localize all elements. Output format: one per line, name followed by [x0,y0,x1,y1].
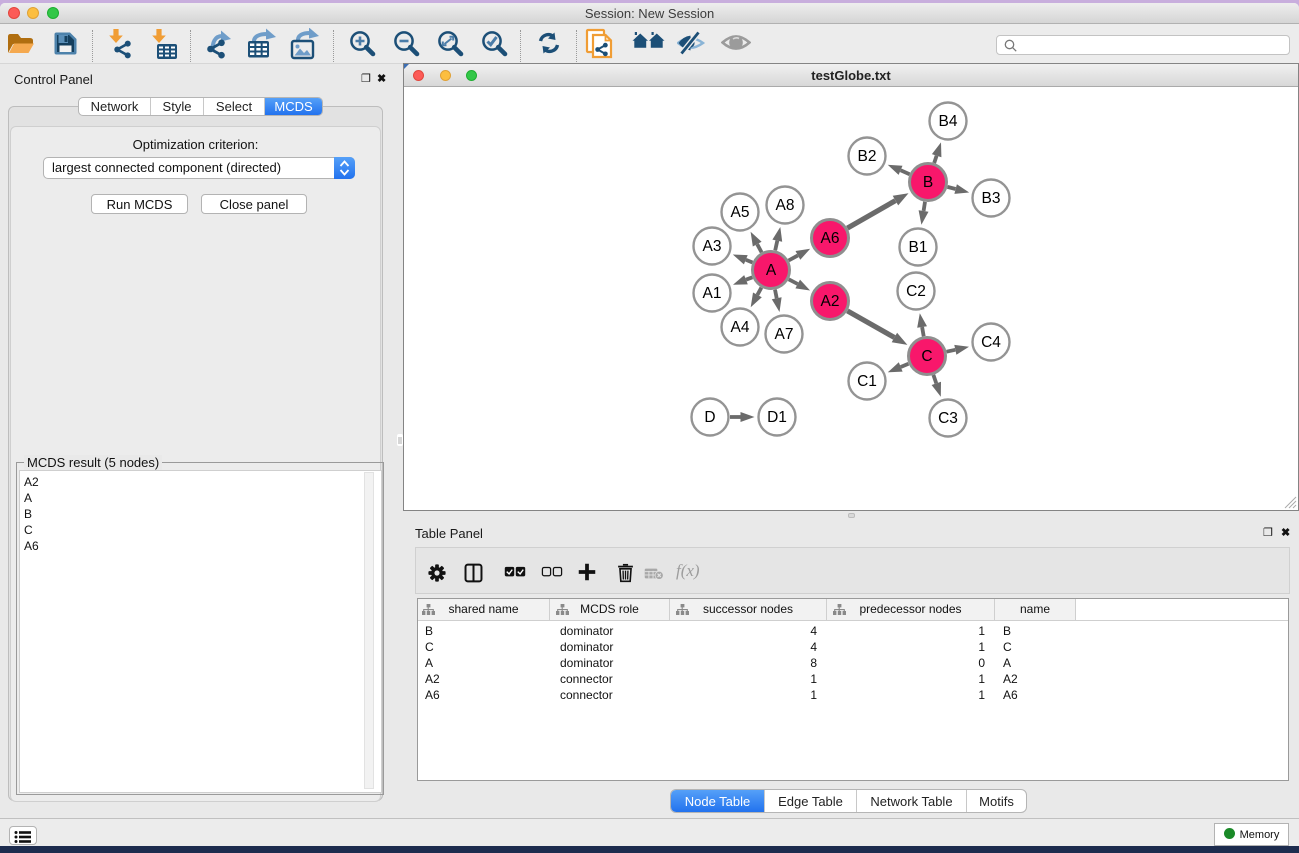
svg-text:C: C [921,348,932,365]
svg-text:A7: A7 [775,326,794,343]
svg-text:A8: A8 [776,197,795,214]
svg-text:B4: B4 [939,113,958,130]
svg-text:C4: C4 [981,334,1001,351]
svg-text:C3: C3 [938,410,958,427]
svg-text:A3: A3 [703,238,722,255]
svg-text:A4: A4 [731,319,750,336]
svg-text:C1: C1 [857,373,877,390]
svg-text:A: A [766,262,777,279]
svg-text:D: D [704,409,715,426]
svg-text:B: B [923,174,933,191]
svg-text:B3: B3 [982,190,1001,207]
svg-text:A5: A5 [731,204,750,221]
svg-text:C2: C2 [906,283,926,300]
svg-text:B2: B2 [858,148,877,165]
svg-text:B1: B1 [909,239,928,256]
svg-text:D1: D1 [767,409,787,426]
svg-text:A2: A2 [821,293,840,310]
svg-text:A6: A6 [821,230,840,247]
svg-text:A1: A1 [703,285,722,302]
